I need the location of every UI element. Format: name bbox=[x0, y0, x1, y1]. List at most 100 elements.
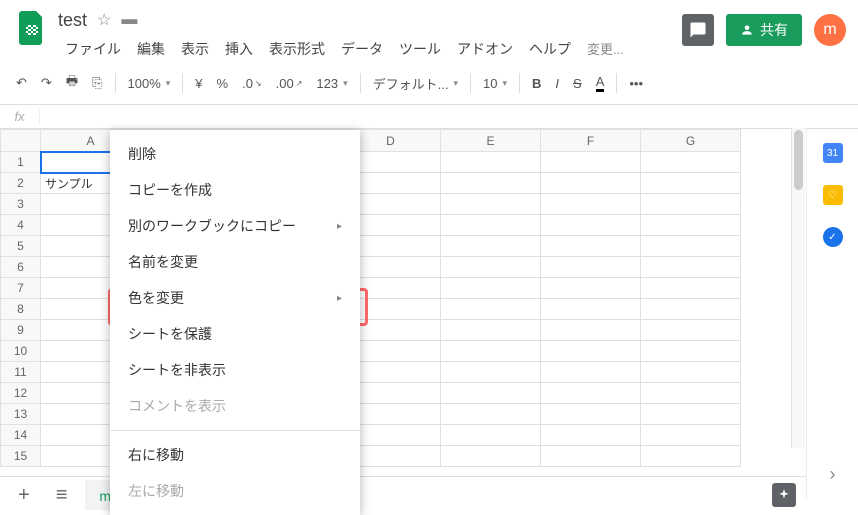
cell[interactable] bbox=[641, 236, 741, 257]
cell[interactable] bbox=[641, 425, 741, 446]
cell[interactable] bbox=[441, 215, 541, 236]
menu-data[interactable]: データ bbox=[334, 36, 390, 62]
cell[interactable] bbox=[541, 341, 641, 362]
cell[interactable] bbox=[441, 404, 541, 425]
cell[interactable] bbox=[441, 194, 541, 215]
cell[interactable] bbox=[641, 341, 741, 362]
cell[interactable] bbox=[441, 425, 541, 446]
percent-button[interactable]: % bbox=[211, 72, 235, 95]
menu-file[interactable]: ファイル bbox=[58, 36, 128, 62]
row-header[interactable]: 5 bbox=[1, 236, 41, 257]
paint-format-button[interactable]: ⎘ bbox=[86, 71, 108, 95]
ctx-copy-to[interactable]: 別のワークブックにコピー bbox=[110, 208, 360, 244]
cell[interactable] bbox=[541, 257, 641, 278]
cell[interactable] bbox=[441, 446, 541, 467]
ctx-protect-sheet[interactable]: シートを保護 bbox=[110, 316, 360, 352]
cell[interactable] bbox=[441, 152, 541, 173]
row-header[interactable]: 15 bbox=[1, 446, 41, 467]
text-color-button[interactable]: A bbox=[590, 71, 611, 96]
cell[interactable] bbox=[541, 383, 641, 404]
cell[interactable] bbox=[541, 404, 641, 425]
row-header[interactable]: 6 bbox=[1, 257, 41, 278]
row-header[interactable]: 14 bbox=[1, 425, 41, 446]
cell[interactable] bbox=[641, 152, 741, 173]
menu-view[interactable]: 表示 bbox=[174, 36, 216, 62]
menu-edit[interactable]: 編集 bbox=[130, 36, 172, 62]
number-format-button[interactable]: 123 bbox=[310, 72, 353, 95]
cell[interactable] bbox=[441, 257, 541, 278]
cell[interactable] bbox=[641, 278, 741, 299]
formula-input[interactable] bbox=[40, 109, 858, 124]
cell[interactable] bbox=[441, 236, 541, 257]
cell[interactable] bbox=[641, 404, 741, 425]
folder-icon[interactable]: ▬ bbox=[121, 11, 137, 29]
cell[interactable] bbox=[541, 215, 641, 236]
row-header[interactable]: 10 bbox=[1, 341, 41, 362]
row-header[interactable]: 1 bbox=[1, 152, 41, 173]
cell[interactable] bbox=[641, 383, 741, 404]
font-size-select[interactable]: 10 bbox=[477, 72, 513, 95]
menu-tools[interactable]: ツール bbox=[392, 36, 448, 62]
cell[interactable] bbox=[441, 362, 541, 383]
currency-button[interactable]: ¥ bbox=[189, 72, 208, 95]
row-header[interactable]: 13 bbox=[1, 404, 41, 425]
row-header[interactable]: 12 bbox=[1, 383, 41, 404]
cell[interactable] bbox=[541, 236, 641, 257]
cell[interactable] bbox=[641, 173, 741, 194]
all-sheets-button[interactable]: ≡ bbox=[48, 481, 76, 509]
cell[interactable] bbox=[541, 362, 641, 383]
cell[interactable] bbox=[541, 278, 641, 299]
keep-icon[interactable]: ♡ bbox=[823, 185, 843, 205]
ctx-move-right[interactable]: 右に移動 bbox=[110, 437, 360, 473]
cell[interactable] bbox=[641, 257, 741, 278]
side-panel-expand[interactable]: › bbox=[830, 454, 836, 499]
strike-button[interactable]: S bbox=[567, 72, 588, 95]
increase-decimal-button[interactable]: .00↗ bbox=[270, 72, 309, 95]
cell[interactable] bbox=[441, 299, 541, 320]
ctx-hide-sheet[interactable]: シートを非表示 bbox=[110, 352, 360, 388]
menu-help[interactable]: ヘルプ bbox=[522, 36, 578, 62]
col-header[interactable]: F bbox=[541, 130, 641, 152]
cell[interactable] bbox=[641, 215, 741, 236]
row-header[interactable]: 2 bbox=[1, 173, 41, 194]
row-header[interactable]: 9 bbox=[1, 320, 41, 341]
row-header[interactable]: 3 bbox=[1, 194, 41, 215]
font-select[interactable]: デフォルト... bbox=[367, 70, 464, 97]
cell[interactable] bbox=[541, 425, 641, 446]
cell[interactable] bbox=[441, 383, 541, 404]
cell[interactable] bbox=[541, 320, 641, 341]
row-header[interactable]: 4 bbox=[1, 215, 41, 236]
calendar-icon[interactable]: 31 bbox=[823, 143, 843, 163]
row-header[interactable]: 7 bbox=[1, 278, 41, 299]
comments-button[interactable] bbox=[682, 14, 714, 46]
sheets-logo[interactable] bbox=[12, 8, 52, 48]
row-header[interactable]: 11 bbox=[1, 362, 41, 383]
cell[interactable] bbox=[441, 320, 541, 341]
cell[interactable] bbox=[641, 362, 741, 383]
account-avatar[interactable]: m bbox=[814, 14, 846, 46]
more-toolbar-button[interactable]: ••• bbox=[623, 72, 649, 95]
cell[interactable] bbox=[541, 173, 641, 194]
explore-button[interactable] bbox=[772, 483, 796, 507]
select-all-corner[interactable] bbox=[1, 130, 41, 152]
vertical-scrollbar[interactable] bbox=[791, 128, 805, 448]
col-header[interactable]: G bbox=[641, 130, 741, 152]
cell[interactable] bbox=[441, 341, 541, 362]
print-button[interactable]: 🖶 bbox=[60, 68, 84, 98]
doc-title[interactable]: test bbox=[58, 10, 87, 31]
cell[interactable] bbox=[641, 299, 741, 320]
tasks-icon[interactable]: ✓ bbox=[823, 227, 843, 247]
cell[interactable] bbox=[441, 278, 541, 299]
cell[interactable] bbox=[541, 299, 641, 320]
cell[interactable] bbox=[541, 152, 641, 173]
menu-addons[interactable]: アドオン bbox=[450, 36, 520, 62]
ctx-delete[interactable]: 削除 bbox=[110, 136, 360, 172]
ctx-duplicate[interactable]: コピーを作成 bbox=[110, 172, 360, 208]
row-header[interactable]: 8 bbox=[1, 299, 41, 320]
zoom-select[interactable]: 100% bbox=[122, 72, 177, 95]
bold-button[interactable]: B bbox=[526, 72, 547, 95]
share-button[interactable]: 共有 bbox=[726, 14, 802, 46]
ctx-change-color[interactable]: 色を変更 bbox=[110, 280, 360, 316]
menu-insert[interactable]: 挿入 bbox=[218, 36, 260, 62]
cell[interactable] bbox=[541, 194, 641, 215]
